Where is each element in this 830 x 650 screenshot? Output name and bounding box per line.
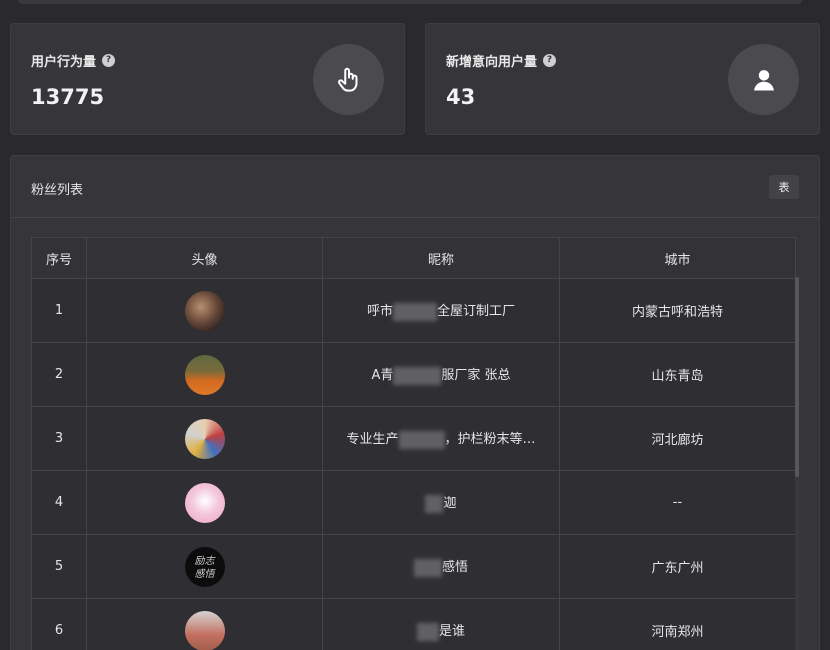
nickname-cell: 呼市 全屋订制工厂 — [322, 278, 560, 343]
row-index: 2 — [31, 342, 87, 407]
table-row[interactable]: 3 专业生产 ，护栏粉末等… 河北廊坊 — [31, 406, 796, 471]
nickname-cell: A青 服厂家 张总 — [322, 342, 560, 407]
fan-table-container[interactable]: 序号 头像 昵称 城市 1 呼市 全屋订制工厂 内蒙古呼和浩特 2 A青 服厂家… — [31, 237, 797, 650]
table-header-row: 序号 头像 昵称 城市 — [31, 237, 796, 279]
nickname-cell: 是谁 — [322, 598, 560, 650]
user-icon — [728, 44, 799, 115]
row-index: 1 — [31, 278, 87, 343]
avatar-cell: 励志 感悟 — [86, 534, 323, 599]
pointer-hand-icon — [313, 44, 384, 115]
avatar-cell — [86, 278, 323, 343]
redacted-blur — [425, 494, 444, 513]
redacted-blur — [416, 622, 439, 641]
avatar[interactable] — [184, 354, 225, 395]
scrollbar-thumb[interactable] — [795, 277, 799, 477]
fan-table: 序号 头像 昵称 城市 1 呼市 全屋订制工厂 内蒙古呼和浩特 2 A青 服厂家… — [31, 237, 796, 650]
avatar[interactable] — [184, 290, 225, 331]
nickname-cell: 感悟 — [322, 534, 560, 599]
avatar[interactable] — [184, 610, 225, 650]
help-icon[interactable]: ? — [543, 54, 557, 67]
column-header-nickname[interactable]: 昵称 — [322, 237, 560, 279]
redacted-blur — [393, 302, 437, 321]
user-behavior-card: 用户行为量 ? 13775 — [10, 23, 405, 135]
user-behavior-label: 用户行为量 ? — [31, 51, 116, 70]
new-intent-users-card: 新增意向用户量 ? 43 — [425, 23, 820, 135]
new-intent-users-label: 新增意向用户量 ? — [446, 51, 557, 70]
new-intent-users-value: 43 — [446, 85, 476, 109]
table-row[interactable]: 5 励志 感悟 感悟 广东广州 — [31, 534, 796, 599]
row-index: 6 — [31, 598, 87, 650]
help-icon[interactable]: ? — [102, 54, 116, 67]
avatar-cell — [86, 598, 323, 650]
column-header-city[interactable]: 城市 — [559, 237, 796, 279]
fan-list-header: 粉丝列表 表 — [11, 156, 819, 218]
redacted-blur — [398, 430, 445, 449]
avatar[interactable]: 励志 感悟 — [184, 546, 225, 587]
avatar[interactable] — [184, 418, 225, 459]
city-cell: 山东青岛 — [559, 342, 796, 407]
column-header-index[interactable]: 序号 — [31, 237, 87, 279]
table-row[interactable]: 1 呼市 全屋订制工厂 内蒙古呼和浩特 — [31, 278, 796, 343]
city-cell: 广东广州 — [559, 534, 796, 599]
redacted-blur — [413, 558, 442, 577]
table-scrollbar[interactable] — [795, 277, 799, 650]
top-edge-strip — [0, 0, 830, 4]
table-row[interactable]: 2 A青 服厂家 张总 山东青岛 — [31, 342, 796, 407]
avatar[interactable] — [184, 482, 225, 523]
city-cell: -- — [559, 470, 796, 535]
redacted-blur — [393, 366, 442, 385]
fan-list-card: 粉丝列表 表 序号 头像 昵称 城市 1 呼市 全屋订制工厂 内蒙古呼和浩特 2… — [10, 155, 820, 650]
nickname-cell: 迦 — [322, 470, 560, 535]
avatar-cell — [86, 406, 323, 471]
city-cell: 河北廊坊 — [559, 406, 796, 471]
avatar-cell — [86, 342, 323, 407]
row-index: 3 — [31, 406, 87, 471]
nickname-cell: 专业生产 ，护栏粉末等… — [322, 406, 560, 471]
column-header-avatar[interactable]: 头像 — [86, 237, 323, 279]
user-behavior-value: 13775 — [31, 85, 105, 109]
table-view-button[interactable]: 表 — [769, 175, 799, 199]
avatar-cell — [86, 470, 323, 535]
row-index: 4 — [31, 470, 87, 535]
fan-list-title: 粉丝列表 — [31, 183, 84, 198]
row-index: 5 — [31, 534, 87, 599]
table-row[interactable]: 4 迦 -- — [31, 470, 796, 535]
city-cell: 河南郑州 — [559, 598, 796, 650]
city-cell: 内蒙古呼和浩特 — [559, 278, 796, 343]
table-row[interactable]: 6 是谁 河南郑州 — [31, 598, 796, 650]
